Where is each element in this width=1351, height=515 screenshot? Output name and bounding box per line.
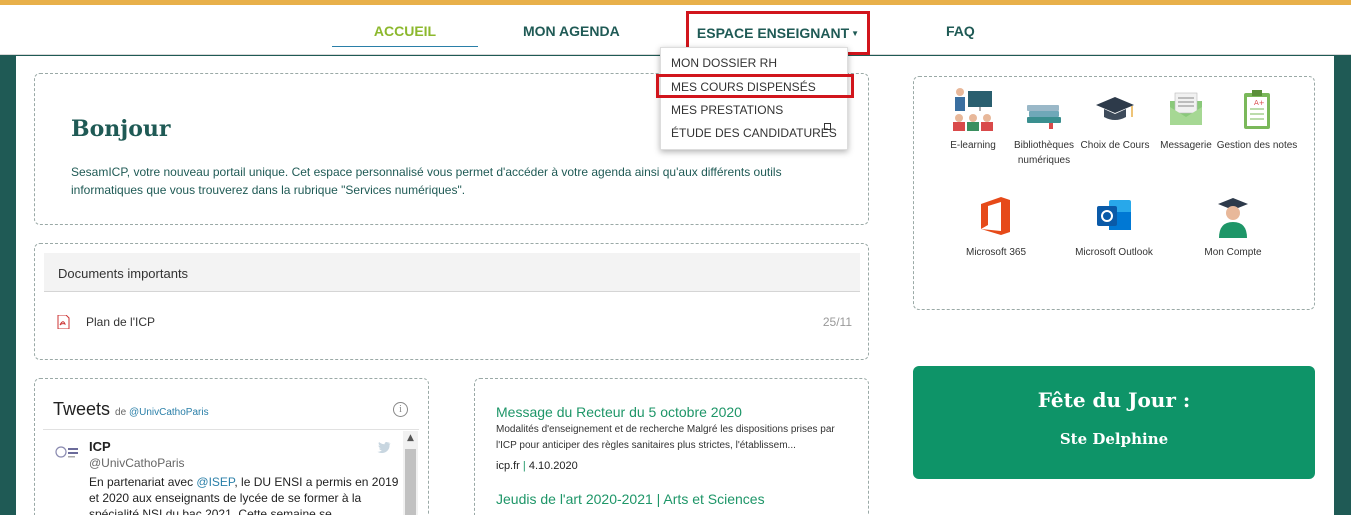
welcome-title: Bonjour [71,116,171,142]
news-card: Message du Recteur du 5 octobre 2020 Mod… [474,378,869,515]
menu-item-mes-prestations[interactable]: MES PRESTATIONS [671,103,783,117]
info-icon[interactable]: i [393,402,408,417]
app-label: Gestion des notes [1216,140,1298,151]
twitter-bird-icon[interactable] [377,442,391,453]
books-icon [1027,105,1061,129]
news-source[interactable]: icp.fr [496,460,520,472]
outlook-icon [1097,200,1131,230]
graduation-cap-icon [1096,97,1134,120]
documents-heading: Documents importants [44,253,860,292]
classroom-icon [953,88,993,131]
news-separator: | [522,460,526,472]
tweets-title: Tweets de @UnivCathoParis [53,399,209,420]
app-label: Mon Compte [1204,247,1262,258]
news-title-link[interactable]: Jeudis de l'art 2020-2021 | Arts et Scie… [496,491,841,507]
menu-item-etude-des-candidatures[interactable]: ÉTUDE DES CANDIDATURES [671,126,837,140]
app-label: E-learning [950,140,996,151]
app-messagerie[interactable]: Messagerie [1145,87,1227,153]
scroll-up-icon[interactable]: ▲ [403,431,418,446]
menu-item-mes-cours-dispenses[interactable]: MES COURS DISPENSÉS [671,80,816,94]
tweet-text-part: En partenariat avec [89,475,197,489]
pdf-icon [57,315,70,329]
avatar[interactable] [55,444,79,460]
mail-icon [1170,92,1202,125]
app-choix-de-cours[interactable]: Choix de Cours [1074,87,1156,153]
app-bibliotheques[interactable]: Bibliothèques numériques [1003,87,1085,168]
documents-card: Documents importants Plan de l'ICP 25/11 [34,243,869,360]
menu-item-mon-dossier-rh[interactable]: MON DOSSIER RH [671,56,777,70]
news-item: Jeudis de l'art 2020-2021 | Arts et Scie… [496,491,841,507]
tweet-mention-link[interactable]: @ISEP [196,475,234,489]
document-link[interactable]: Plan de l'ICP [86,315,155,329]
tweet-scrollbar[interactable]: ▲ [403,431,418,515]
news-description: Modalités d'enseignement et de recherche… [496,424,835,451]
tweet-author-handle[interactable]: @UnivCathoParis [89,456,185,470]
app-label: Messagerie [1160,140,1212,151]
scrollbar-thumb[interactable] [405,449,416,515]
document-date: 25/11 [822,315,852,329]
tweets-account-link[interactable]: @UnivCathoParis [129,407,209,418]
clipboard-icon: A+ [1244,90,1270,129]
app-label: Microsoft 365 [965,247,1027,258]
fete-title: Fête du Jour : [1037,388,1191,412]
news-date: 4.10.2020 [528,460,578,472]
tweet-text: En partenariat avec @ISEP, le DU ENSI a … [89,474,399,515]
app-label: Choix de Cours [1080,140,1150,151]
app-label: Bibliothèques numériques [1013,140,1075,166]
fete-du-jour-card: Fête du Jour : Ste Delphine [913,366,1315,479]
apps-card: E-learning Bibliothèques numériques Choi… [913,76,1315,310]
office-icon [981,197,1010,235]
tweets-card: Tweets de @UnivCathoParis i ICP @UnivCat… [34,378,429,515]
tweets-title-text: Tweets [53,399,111,419]
nav-faq[interactable]: FAQ [946,23,975,39]
app-e-learning[interactable]: E-learning [932,87,1014,153]
tweets-by: de @UnivCathoParis [115,407,209,418]
news-title-link[interactable]: Message du Recteur du 5 octobre 2020 [496,404,841,420]
tweets-by-text: de [115,407,127,418]
nav-espace-enseignant-label: ESPACE ENSEIGNANT [696,25,850,41]
student-icon [1218,198,1248,238]
nav-accueil[interactable]: ACCUEIL [332,23,478,47]
caret-down-icon: ▼ [851,28,860,38]
fete-name: Ste Delphine [1059,430,1169,448]
news-meta: icp.fr | 4.10.2020 [496,460,841,472]
espace-enseignant-dropdown: MON DOSSIER RH MES COURS DISPENSÉS MES P… [656,47,854,150]
welcome-text: SesamICP, votre nouveau portail unique. … [71,165,782,197]
app-microsoft-outlook[interactable]: Microsoft Outlook [1073,194,1155,260]
external-link-icon [824,123,831,130]
tweet-author-name[interactable]: ICP [89,439,111,454]
app-microsoft-365[interactable]: Microsoft 365 [955,194,1037,260]
news-item: Message du Recteur du 5 octobre 2020 Mod… [496,404,841,472]
tweet-feed: ICP @UnivCathoParis En partenariat avec … [43,429,419,515]
document-row[interactable]: Plan de l'ICP 25/11 [56,314,852,334]
app-label: Microsoft Outlook [1075,247,1153,258]
app-gestion-des-notes[interactable]: A+ Gestion des notes [1216,87,1298,153]
svg-text:A+: A+ [1254,99,1265,107]
nav-mon-agenda[interactable]: MON AGENDA [523,23,620,39]
app-mon-compte[interactable]: Mon Compte [1192,194,1274,260]
